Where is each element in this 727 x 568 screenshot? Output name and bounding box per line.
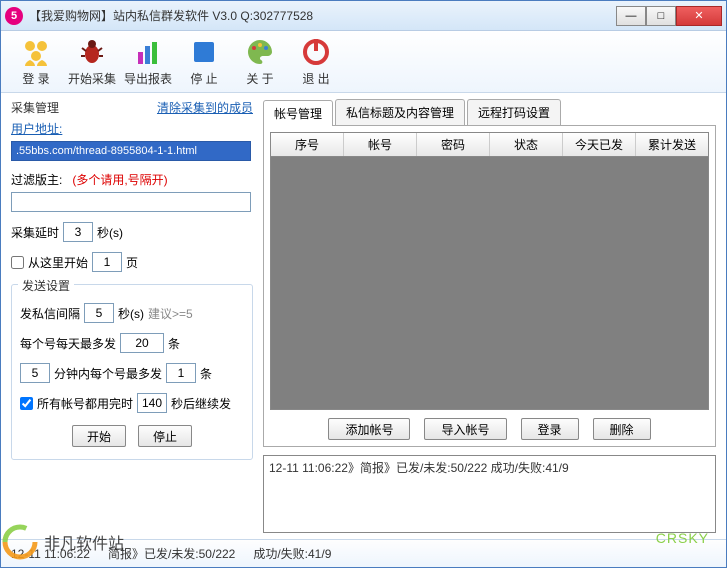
toolbar: 登 录 开始采集 导出报表 停 止 关 于 退 出 <box>1 31 726 93</box>
per-day-label: 每个号每天最多发 <box>20 335 116 352</box>
about-tool[interactable]: 关 于 <box>233 35 287 88</box>
right-panel: 帐号管理 私信标题及内容管理 远程打码设置 序号 帐号 密码 状态 今天已发 累… <box>263 93 726 539</box>
app-icon: 5 <box>5 7 23 25</box>
left-panel: 采集管理 清除采集到的成员 用户地址: 过滤版主: (多个请用,号隔开) 采集延… <box>1 93 263 539</box>
status-time: 12-11 11:06:22 <box>11 547 90 561</box>
seconds-label: 秒(s) <box>97 224 123 241</box>
close-button[interactable]: ✕ <box>676 6 722 26</box>
exit-tool[interactable]: 退 出 <box>289 35 343 88</box>
power-icon <box>300 36 332 68</box>
filter-input[interactable] <box>11 192 251 212</box>
tab-body: 序号 帐号 密码 状态 今天已发 累计发送 添加帐号 导入帐号 登录 删除 <box>263 126 716 447</box>
bug-icon <box>76 36 108 68</box>
per-min-pre-input[interactable] <box>20 363 50 383</box>
all-done-checkbox[interactable] <box>20 397 33 410</box>
status-brief: 简报》已发/未发:50/222 <box>108 545 235 562</box>
grid-col[interactable]: 今天已发 <box>563 133 636 156</box>
delay-input[interactable] <box>63 222 93 242</box>
maximize-button[interactable]: □ <box>646 6 676 26</box>
url-input[interactable] <box>11 141 251 161</box>
grid-header: 序号 帐号 密码 状态 今天已发 累计发送 <box>271 133 708 157</box>
all-done-label: 所有帐号都用完时 <box>37 395 133 412</box>
account-grid[interactable]: 序号 帐号 密码 状态 今天已发 累计发送 <box>270 132 709 410</box>
per-day-input[interactable] <box>120 333 164 353</box>
user-address-link[interactable]: 用户地址: <box>11 120 253 137</box>
filter-hint: (多个请用,号隔开) <box>72 171 167 188</box>
grid-col[interactable]: 序号 <box>271 133 344 156</box>
palette-icon <box>244 36 276 68</box>
stop-send-button[interactable]: 停止 <box>138 425 192 447</box>
from-here-checkbox[interactable] <box>11 256 24 269</box>
all-done-input[interactable] <box>137 393 167 413</box>
grid-col[interactable]: 帐号 <box>344 133 417 156</box>
per-min-label: 分钟内每个号最多发 <box>54 365 162 382</box>
start-collect-tool[interactable]: 开始采集 <box>65 35 119 88</box>
login-account-button[interactable]: 登录 <box>521 418 579 440</box>
send-settings: 发送设置 发私信间隔 秒(s) 建议>=5 每个号每天最多发 条 分钟内每个号最… <box>11 284 253 460</box>
status-bar: 12-11 11:06:22 简报》已发/未发:50/222 成功/失败:41/… <box>1 539 726 567</box>
delay-label: 采集延时 <box>11 224 59 241</box>
tab-account[interactable]: 帐号管理 <box>263 100 333 126</box>
page-input[interactable] <box>92 252 122 272</box>
grid-col[interactable]: 状态 <box>490 133 563 156</box>
per-min-input[interactable] <box>166 363 196 383</box>
interval-hint: 建议>=5 <box>148 305 193 322</box>
login-tool[interactable]: 登 录 <box>9 35 63 88</box>
tabs: 帐号管理 私信标题及内容管理 远程打码设置 <box>263 99 716 126</box>
stop-tool[interactable]: 停 止 <box>177 35 231 88</box>
page-unit-label: 页 <box>126 254 138 271</box>
collect-title: 采集管理 <box>11 99 59 116</box>
users-icon <box>20 36 52 68</box>
status-result: 成功/失败:41/9 <box>253 545 331 562</box>
export-tool[interactable]: 导出报表 <box>121 35 175 88</box>
stop-icon <box>188 36 220 68</box>
send-legend: 发送设置 <box>18 277 74 294</box>
clear-members-link[interactable]: 清除采集到的成员 <box>157 99 253 116</box>
delete-account-button[interactable]: 删除 <box>593 418 651 440</box>
title-bar: 5 【我爱购物网】站内私信群发软件 V3.0 Q:302777528 — □ ✕ <box>1 1 726 31</box>
filter-label: 过滤版主: <box>11 171 62 188</box>
grid-col[interactable]: 密码 <box>417 133 490 156</box>
add-account-button[interactable]: 添加帐号 <box>328 418 410 440</box>
tab-title-content[interactable]: 私信标题及内容管理 <box>335 99 465 125</box>
interval-input[interactable] <box>84 303 114 323</box>
start-send-button[interactable]: 开始 <box>72 425 126 447</box>
window-title: 【我爱购物网】站内私信群发软件 V3.0 Q:302777528 <box>29 7 616 24</box>
chart-icon <box>132 36 164 68</box>
interval-label: 发私信间隔 <box>20 305 80 322</box>
minimize-button[interactable]: — <box>616 6 646 26</box>
import-account-button[interactable]: 导入帐号 <box>424 418 506 440</box>
grid-col[interactable]: 累计发送 <box>636 133 708 156</box>
from-here-label: 从这里开始 <box>28 254 88 271</box>
log-area[interactable]: 12-11 11:06:22》简报》已发/未发:50/222 成功/失败:41/… <box>263 455 716 533</box>
tab-remote[interactable]: 远程打码设置 <box>467 99 561 125</box>
